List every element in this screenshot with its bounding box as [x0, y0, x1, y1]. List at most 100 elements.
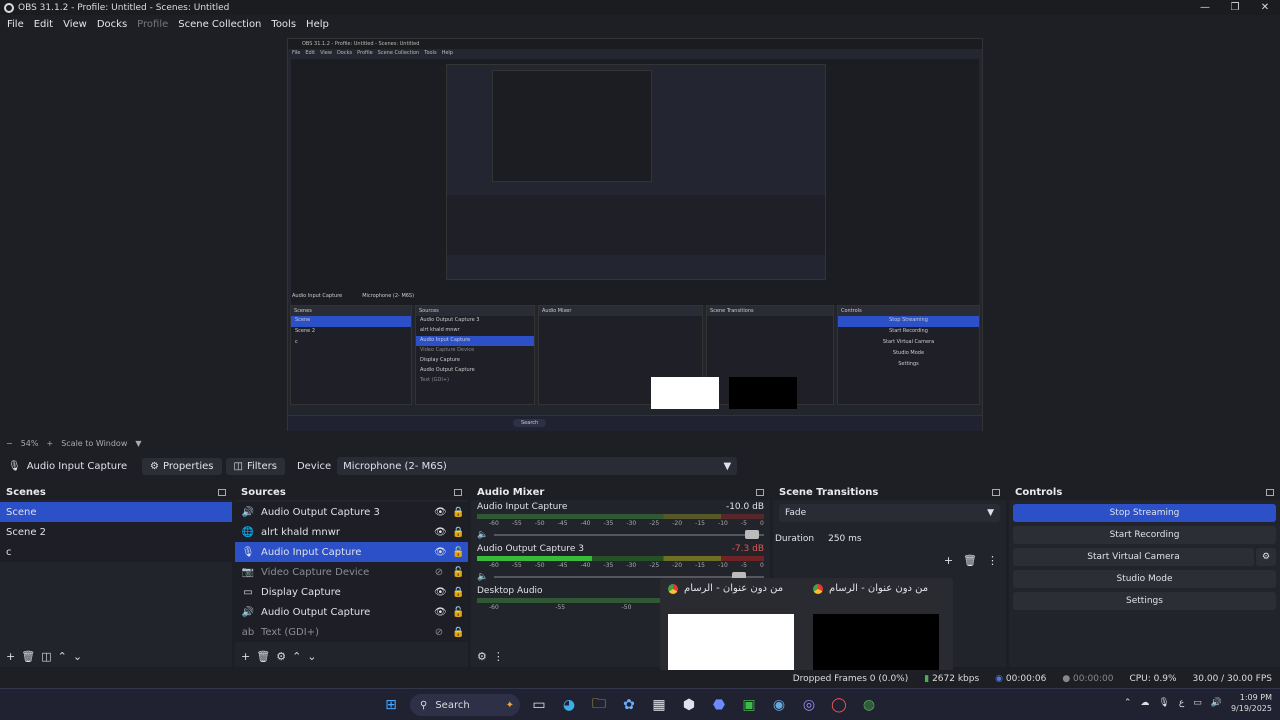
chrome-icon[interactable]: ◍ [858, 694, 880, 716]
lock-icon[interactable]: 🔒 [452, 527, 464, 538]
app-icon[interactable]: ⬣ [708, 694, 730, 716]
maximize-button[interactable]: ❐ [1220, 0, 1250, 15]
trash-icon[interactable]: 🗑 [21, 650, 35, 663]
more-options-icon[interactable]: ⋮ [987, 554, 998, 567]
lock-icon[interactable]: 🔒 [452, 627, 464, 638]
source-item[interactable]: 🔊 Audio Output Capture 3 👁 🔒 [235, 502, 468, 522]
excel-icon[interactable]: ▣ [738, 694, 760, 716]
move-down-button[interactable]: ⌄ [307, 650, 316, 663]
add-source-button[interactable]: + [241, 650, 250, 663]
eye-icon[interactable]: 👁 [434, 527, 447, 538]
source-item[interactable]: ab Text (GDI+) ⊘ 🔒 [235, 622, 468, 642]
window-thumbnail[interactable] [668, 614, 794, 672]
undock-icon[interactable] [1266, 488, 1274, 496]
zoom-in-button[interactable]: + [46, 439, 53, 448]
windows-start-icon[interactable]: ⊞ [380, 694, 402, 716]
start-virtual-camera-button[interactable]: Start Virtual Camera [1013, 548, 1254, 566]
undock-icon[interactable] [756, 488, 764, 496]
lock-icon[interactable]: 🔓 [452, 607, 464, 618]
move-up-button[interactable]: ⌃ [58, 650, 67, 663]
scale-dropdown-icon[interactable]: ▼ [135, 439, 141, 448]
lock-icon[interactable]: 🔓 [452, 547, 464, 558]
undock-icon[interactable] [992, 488, 1000, 496]
source-item[interactable]: 📷 Video Capture Device ⊘ 🔓 [235, 562, 468, 582]
eye-icon[interactable]: 👁 [434, 507, 447, 518]
minimize-button[interactable]: — [1190, 0, 1220, 15]
source-item[interactable]: 🌐 alrt khald mnwr 👁 🔒 [235, 522, 468, 542]
menu-help[interactable]: Help [301, 19, 334, 30]
slider-knob[interactable] [745, 530, 760, 539]
speaker-icon[interactable]: 🔈 [477, 572, 488, 582]
undock-icon[interactable] [454, 488, 462, 496]
menu-profile[interactable]: Profile [132, 19, 173, 30]
app-icon[interactable]: ⬢ [678, 694, 700, 716]
studio-mode-button[interactable]: Studio Mode [1013, 570, 1276, 588]
more-options-icon[interactable]: ⋮ [493, 650, 504, 663]
menu-view[interactable]: View [58, 19, 92, 30]
duration-input[interactable]: 250 ms [824, 530, 1006, 548]
move-down-button[interactable]: ⌄ [73, 650, 82, 663]
menu-file[interactable]: File [2, 19, 29, 30]
lock-icon[interactable]: 🔒 [452, 587, 464, 598]
eye-icon[interactable]: 👁 [434, 547, 447, 558]
properties-button[interactable]: ⚙ Properties [142, 457, 222, 475]
add-transition-button[interactable]: + [944, 554, 953, 567]
close-button[interactable]: ✕ [1250, 0, 1280, 15]
file-explorer-icon[interactable]: 🗀 [588, 694, 610, 716]
eye-icon[interactable]: 👁 [434, 607, 447, 618]
obs-icon[interactable]: ◎ [798, 694, 820, 716]
zoom-out-button[interactable]: − [6, 439, 13, 448]
taskbar-preview-popup[interactable]: من دون عنوان - الرسام [660, 578, 808, 674]
source-item[interactable]: ▭ Display Capture 👁 🔒 [235, 582, 468, 602]
gear-icon[interactable]: ⚙ [276, 650, 286, 663]
device-select[interactable]: Microphone (2- M6S) ▼ [337, 457, 738, 475]
stop-streaming-button[interactable]: Stop Streaming [1013, 504, 1276, 522]
onedrive-icon[interactable]: ☁ [1140, 698, 1149, 708]
record-app-icon[interactable]: ◯ [828, 694, 850, 716]
eye-icon[interactable]: 👁 [434, 587, 447, 598]
language-icon[interactable]: ع [1179, 698, 1184, 708]
scale-mode[interactable]: Scale to Window [61, 439, 127, 448]
edge-icon[interactable]: ◕ [558, 694, 580, 716]
menu-docks[interactable]: Docks [92, 19, 132, 30]
taskbar-search[interactable]: ⚲ Search ✦ [410, 694, 520, 716]
scene-filters-button[interactable]: ◫ [41, 650, 51, 663]
volume-slider[interactable] [494, 530, 764, 539]
trash-icon[interactable]: 🗑 [963, 554, 977, 567]
source-item[interactable]: 🎙 Audio Input Capture 👁 🔓 [235, 542, 468, 562]
menu-tools[interactable]: Tools [266, 19, 301, 30]
volume-icon[interactable]: 🔊 [1211, 698, 1222, 708]
mic-tray-icon[interactable]: 🎙 [1158, 698, 1169, 708]
eye-off-icon[interactable]: ⊘ [434, 627, 444, 638]
menu-scene-collection[interactable]: Scene Collection [173, 19, 266, 30]
mixer-title: Audio Mixer [477, 486, 545, 498]
start-recording-button[interactable]: Start Recording [1013, 526, 1276, 544]
filters-button[interactable]: ◫ Filters [225, 457, 285, 475]
scene-item[interactable]: Scene 2 [0, 522, 232, 542]
eye-off-icon[interactable]: ⊘ [434, 567, 444, 578]
task-view-icon[interactable]: ▭ [528, 694, 550, 716]
paint-icon[interactable]: ◉ [768, 694, 790, 716]
undock-icon[interactable] [218, 488, 226, 496]
move-up-button[interactable]: ⌃ [292, 650, 301, 663]
mixer-settings-icon[interactable]: ⚙ [477, 650, 487, 663]
lock-icon[interactable]: 🔓 [452, 567, 464, 578]
scene-item[interactable]: c [0, 542, 232, 562]
lock-icon[interactable]: 🔒 [452, 507, 464, 518]
scene-item[interactable]: Scene [0, 502, 232, 522]
network-icon[interactable]: ▭ [1193, 698, 1202, 708]
settings-button[interactable]: Settings [1013, 592, 1276, 610]
window-thumbnail[interactable] [813, 614, 939, 672]
menu-edit[interactable]: Edit [29, 19, 58, 30]
tray-chevron-icon[interactable]: ⌃ [1124, 698, 1132, 708]
trash-icon[interactable]: 🗑 [256, 650, 270, 663]
clock[interactable]: 1:09 PM 9/19/2025 [1231, 692, 1272, 714]
source-item[interactable]: 🔊 Audio Output Capture 👁 🔓 [235, 602, 468, 622]
store-icon[interactable]: ▦ [648, 694, 670, 716]
copilot-icon[interactable]: ✿ [618, 694, 640, 716]
virtual-camera-settings-icon[interactable]: ⚙ [1256, 548, 1276, 566]
taskbar-preview-popup[interactable]: من دون عنوان - الرسام [805, 578, 953, 674]
transition-select[interactable]: Fade ▼ [779, 504, 1000, 522]
speaker-icon[interactable]: 🔈 [477, 530, 488, 540]
add-scene-button[interactable]: + [6, 650, 15, 663]
